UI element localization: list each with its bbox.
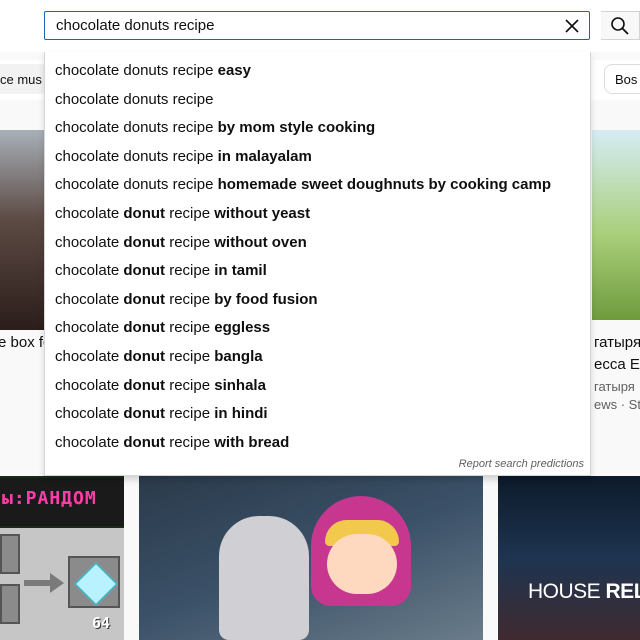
video-meta-right: ews · Str xyxy=(594,397,640,412)
video-thumbnail-right[interactable] xyxy=(592,130,640,320)
youtube-page: chocolate donuts recipe ce mus Bos e box… xyxy=(0,0,640,640)
thumbnail-title-bold: RELA xyxy=(605,580,640,603)
suggestion-query: chocolate xyxy=(55,433,124,451)
suggestion-completion: by food fusion xyxy=(214,290,318,308)
suggestion-query: chocolate donuts recipe xyxy=(55,90,214,108)
suggestion-query: chocolate donuts recipe xyxy=(55,176,218,194)
suggestion-query: chocolate xyxy=(55,319,124,337)
suggestion-query: recipe xyxy=(165,376,215,394)
suggestion-completion: donut xyxy=(123,204,166,222)
suggestion-item[interactable]: chocolate donuts recipe by mom style coo… xyxy=(45,114,590,143)
suggestion-query: chocolate xyxy=(55,262,124,280)
suggestion-completion: homemade sweet doughnuts by cooking camp xyxy=(217,176,551,194)
suggestion-completion: in malayalam xyxy=(217,147,312,165)
suggestion-query: chocolate xyxy=(55,204,124,222)
suggestion-query: recipe xyxy=(165,433,215,451)
report-predictions-link[interactable]: Report search predictions xyxy=(459,458,584,470)
suggestion-item[interactable]: chocolate donuts recipe easy xyxy=(45,57,590,86)
suggestion-item[interactable]: chocolate donuts recipe in malayalam xyxy=(45,143,590,172)
suggestion-item[interactable]: chocolate donuts recipe homemade sweet d… xyxy=(45,171,590,200)
suggestion-query: recipe xyxy=(165,290,215,308)
suggestion-item[interactable]: chocolate donut recipe eggless xyxy=(45,314,590,343)
suggestion-completion: bangla xyxy=(214,347,263,365)
inventory-slot xyxy=(0,534,20,574)
suggestion-query: chocolate donuts recipe xyxy=(55,62,218,79)
video-channel-right[interactable]: гатыря xyxy=(594,379,635,394)
suggestion-completion: donut xyxy=(123,290,166,308)
suggestion-completion: in tamil xyxy=(214,262,267,280)
suggestion-query: chocolate xyxy=(55,290,124,308)
suggestion-item[interactable]: chocolate donut recipe bangla xyxy=(45,343,590,372)
search-box[interactable]: chocolate donuts recipe xyxy=(44,11,590,40)
suggestion-item[interactable]: chocolate donut recipe in hindi xyxy=(45,400,590,429)
suggestion-completion: donut xyxy=(123,262,166,280)
suggestion-query: chocolate xyxy=(55,347,124,365)
video-title-right-line1[interactable]: гатыря xyxy=(594,334,640,351)
suggestion-query: recipe xyxy=(165,233,215,251)
search-input[interactable]: chocolate donuts recipe xyxy=(56,17,214,34)
arrow-icon xyxy=(24,573,64,593)
search-icon xyxy=(611,16,629,35)
suggestion-item[interactable]: chocolate donut recipe sinhala xyxy=(45,372,590,401)
suggestions-list: chocolate donuts recipe easy chocolate do… xyxy=(45,57,590,457)
suggestion-completion: in hindi xyxy=(214,405,268,423)
suggestion-completion: donut xyxy=(123,433,166,451)
hare-character xyxy=(219,516,309,640)
video-thumbnail-bottom-left[interactable]: ы:РАНДОМ 64 xyxy=(0,476,124,640)
video-thumbnail-bottom-right[interactable]: HOUSE RELA xyxy=(498,476,640,640)
close-icon xyxy=(565,19,579,33)
suggestion-completion: easy xyxy=(217,62,251,79)
chip-music[interactable]: ce mus xyxy=(0,64,48,94)
suggestion-completion: by mom style cooking xyxy=(217,119,376,137)
suggestion-item[interactable]: chocolate donuts recipe xyxy=(45,86,590,115)
suggestion-item[interactable]: chocolate donut recipe by food fusion xyxy=(45,286,590,315)
suggestion-query: chocolate donuts recipe xyxy=(55,147,218,165)
suggestion-completion: with bread xyxy=(214,433,290,451)
video-thumbnail-left[interactable] xyxy=(0,130,44,330)
random-banner: ы:РАНДОМ xyxy=(0,478,124,526)
inventory-slot xyxy=(0,584,20,624)
suggestion-query: recipe xyxy=(165,319,215,337)
item-count: 64 xyxy=(92,614,111,632)
suggestion-item[interactable]: chocolate donut recipe in tamil xyxy=(45,257,590,286)
suggestion-completion: eggless xyxy=(214,319,271,337)
suggestion-query: recipe xyxy=(165,262,215,280)
thumbnail-title-text: HOUSE RELA xyxy=(528,580,640,604)
video-thumbnail-bottom-middle[interactable] xyxy=(139,476,483,640)
suggestion-completion: donut xyxy=(123,233,166,251)
suggestion-query: chocolate xyxy=(55,233,124,251)
video-title-right-line2[interactable]: есса Er xyxy=(594,356,640,373)
clear-search-button[interactable] xyxy=(561,15,583,37)
suggestion-completion: donut xyxy=(123,347,166,365)
chip-right[interactable]: Bos xyxy=(604,64,640,94)
suggestion-query: recipe xyxy=(165,347,215,365)
video-title-left[interactable]: e box fc xyxy=(0,334,51,351)
suggestion-completion: without yeast xyxy=(214,204,311,222)
search-button[interactable] xyxy=(601,11,640,40)
suggestion-item[interactable]: chocolate donut recipe without oven xyxy=(45,229,590,258)
suggestion-query: chocolate xyxy=(55,405,124,423)
suggestion-query: chocolate xyxy=(55,376,124,394)
suggestion-query: recipe xyxy=(165,405,215,423)
suggestion-completion: donut xyxy=(123,376,166,394)
girl-face xyxy=(327,534,397,594)
suggestion-completion: sinhala xyxy=(214,376,266,394)
suggestion-item[interactable]: chocolate donut recipe with bread xyxy=(45,429,590,458)
suggestion-query: chocolate donuts recipe xyxy=(55,119,218,137)
suggestion-item[interactable]: chocolate donut recipe without yeast xyxy=(45,200,590,229)
suggestion-completion: without oven xyxy=(214,233,307,251)
suggestion-completion: donut xyxy=(123,319,166,337)
suggestion-completion: donut xyxy=(123,405,166,423)
search-suggestions-dropdown: chocolate donuts recipe easy chocolate do… xyxy=(44,52,591,476)
thumbnail-title-light: HOUSE xyxy=(528,580,606,603)
masthead: chocolate donuts recipe xyxy=(0,0,640,52)
suggestion-query: recipe xyxy=(165,204,215,222)
